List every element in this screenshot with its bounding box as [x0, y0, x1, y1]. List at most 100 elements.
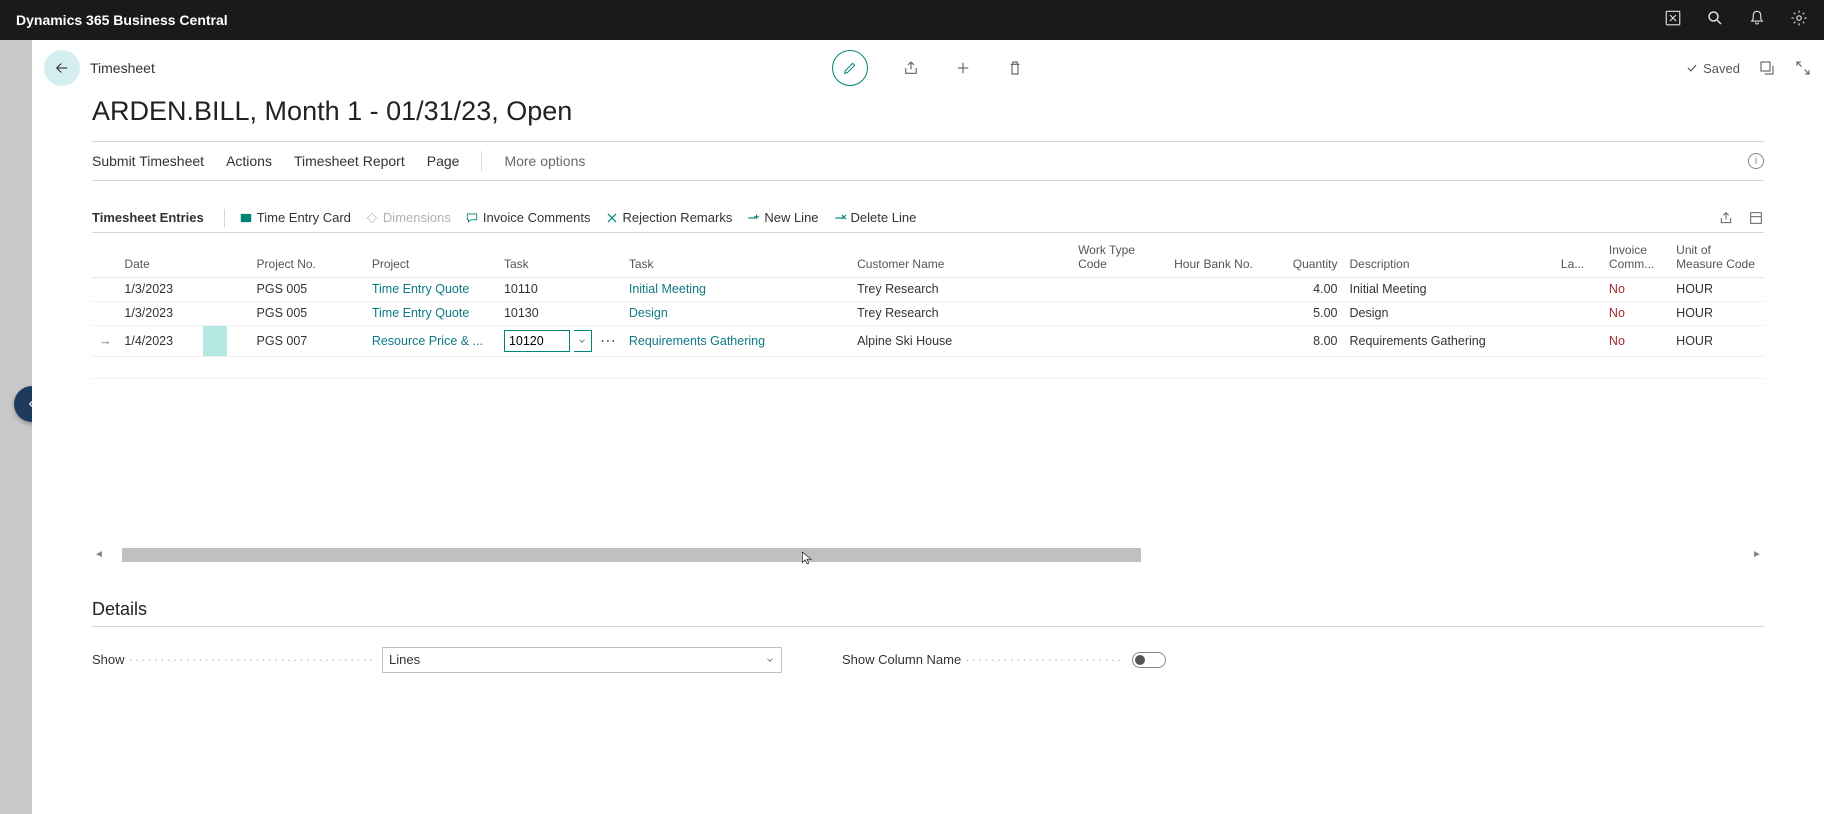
- menu-page[interactable]: Page: [427, 153, 460, 169]
- cell-uom[interactable]: HOUR: [1670, 325, 1764, 356]
- cell-project-no[interactable]: PGS 005: [251, 277, 366, 301]
- col-task-no[interactable]: Task: [498, 233, 623, 277]
- cell-task-no-editing[interactable]: ⋯: [498, 325, 623, 356]
- col-description[interactable]: Description: [1344, 233, 1555, 277]
- col-work-type[interactable]: Work Type Code: [1072, 233, 1168, 277]
- col-la[interactable]: La...: [1555, 233, 1603, 277]
- cell-uom[interactable]: HOUR: [1670, 301, 1764, 325]
- search-icon[interactable]: [1706, 9, 1724, 32]
- cell-qty[interactable]: 5.00: [1269, 301, 1343, 325]
- cell-project-no[interactable]: PGS 005: [251, 301, 366, 325]
- label: Delete Line: [851, 210, 917, 225]
- horizontal-scrollbar[interactable]: ◄ ►: [92, 547, 1764, 563]
- table-row-empty[interactable]: [92, 356, 1764, 378]
- cell-customer[interactable]: Alpine Ski House: [851, 325, 1072, 356]
- main-content: Timesheet Saved ARDEN.BILL, Month 1 - 01…: [32, 40, 1824, 814]
- divider: [481, 151, 482, 171]
- section-toolbar: Timesheet Entries Time Entry Card Dimens…: [92, 203, 1764, 233]
- menu-timesheet-report[interactable]: Timesheet Report: [294, 153, 405, 169]
- info-icon[interactable]: i: [1748, 153, 1764, 169]
- share-icon[interactable]: [902, 59, 920, 77]
- popout-icon[interactable]: [1758, 59, 1776, 77]
- breadcrumb[interactable]: Timesheet: [90, 60, 155, 76]
- show-field: Show Lines: [92, 647, 782, 673]
- label: Dimensions: [383, 210, 451, 225]
- col-date[interactable]: Date: [118, 233, 202, 277]
- cell-task-no[interactable]: 10110: [498, 277, 623, 301]
- task-input[interactable]: [504, 330, 570, 352]
- excel-icon[interactable]: [1664, 9, 1682, 32]
- rejection-remarks-button[interactable]: Rejection Remarks: [605, 210, 733, 225]
- table-row-active[interactable]: → 1/4/2023 PGS 007 Resource Price & ... …: [92, 325, 1764, 356]
- table-row[interactable]: 1/3/2023 PGS 005 Time Entry Quote 10130 …: [92, 301, 1764, 325]
- col-project-no[interactable]: Project No.: [251, 233, 366, 277]
- col-project[interactable]: Project: [366, 233, 498, 277]
- scroll-left-icon[interactable]: ◄: [92, 548, 106, 562]
- show-label: Show: [92, 652, 372, 667]
- cell-qty[interactable]: 8.00: [1269, 325, 1343, 356]
- saved-label: Saved: [1703, 61, 1740, 76]
- section-label: Timesheet Entries: [92, 210, 204, 225]
- col-uom[interactable]: Unit of Measure Code: [1670, 233, 1764, 277]
- table-row[interactable]: 1/3/2023 PGS 005 Time Entry Quote 10110 …: [92, 277, 1764, 301]
- delete-icon[interactable]: [1006, 59, 1024, 77]
- cell-project[interactable]: Time Entry Quote: [366, 277, 498, 301]
- cell-desc[interactable]: Requirements Gathering: [1344, 325, 1555, 356]
- cell-date[interactable]: 1/3/2023: [118, 277, 202, 301]
- cell-uom[interactable]: HOUR: [1670, 277, 1764, 301]
- cell-project[interactable]: Resource Price & ...: [366, 325, 498, 356]
- cell-inv[interactable]: No: [1603, 325, 1670, 356]
- col-task[interactable]: Task: [623, 233, 851, 277]
- page-header: Timesheet Saved: [32, 40, 1824, 96]
- share-grid-icon[interactable]: [1718, 210, 1734, 226]
- cell-task[interactable]: Initial Meeting: [623, 277, 851, 301]
- cell-task[interactable]: Design: [623, 301, 851, 325]
- topbar-icons: [1664, 9, 1808, 32]
- expand-grid-icon[interactable]: [1748, 210, 1764, 226]
- page-title: ARDEN.BILL, Month 1 - 01/31/23, Open: [32, 96, 1824, 141]
- menu-submit-timesheet[interactable]: Submit Timesheet: [92, 153, 204, 169]
- show-column-name-toggle[interactable]: [1132, 652, 1166, 668]
- col-hour-bank[interactable]: Hour Bank No.: [1168, 233, 1269, 277]
- timesheet-grid: Date Project No. Project Task Task Custo…: [92, 233, 1764, 379]
- cell-task[interactable]: Requirements Gathering: [623, 325, 851, 356]
- col-customer[interactable]: Customer Name: [851, 233, 1072, 277]
- label: Rejection Remarks: [623, 210, 733, 225]
- delete-line-button[interactable]: Delete Line: [833, 210, 917, 225]
- new-line-button[interactable]: New Line: [746, 210, 818, 225]
- cell-task-no[interactable]: 10130: [498, 301, 623, 325]
- more-icon[interactable]: ⋯: [596, 331, 617, 351]
- time-entry-card-button[interactable]: Time Entry Card: [239, 210, 351, 225]
- cell-project-no[interactable]: PGS 007: [251, 325, 366, 356]
- label: New Line: [764, 210, 818, 225]
- menu-actions[interactable]: Actions: [226, 153, 272, 169]
- col-quantity[interactable]: Quantity: [1269, 233, 1343, 277]
- back-button[interactable]: [44, 50, 80, 86]
- edit-button[interactable]: [832, 50, 868, 86]
- bell-icon[interactable]: [1748, 9, 1766, 32]
- cell-date[interactable]: 1/3/2023: [118, 301, 202, 325]
- cell-inv[interactable]: No: [1603, 301, 1670, 325]
- cell-qty[interactable]: 4.00: [1269, 277, 1343, 301]
- menu-more-options[interactable]: More options: [504, 153, 585, 169]
- active-marker: [203, 325, 227, 356]
- chevron-down-icon[interactable]: [574, 330, 592, 352]
- cell-inv[interactable]: No: [1603, 277, 1670, 301]
- cell-desc[interactable]: Initial Meeting: [1344, 277, 1555, 301]
- gear-icon[interactable]: [1790, 9, 1808, 32]
- scroll-right-icon[interactable]: ►: [1750, 548, 1764, 562]
- col-invoice-comm[interactable]: Invoice Comm...: [1603, 233, 1670, 277]
- scroll-thumb[interactable]: [122, 548, 1141, 562]
- cell-date[interactable]: 1/4/2023: [118, 325, 202, 356]
- header-right: Saved: [1685, 59, 1812, 77]
- show-select[interactable]: Lines: [382, 647, 782, 673]
- invoice-comments-button[interactable]: Invoice Comments: [465, 210, 591, 225]
- cell-customer[interactable]: Trey Research: [851, 277, 1072, 301]
- new-icon[interactable]: [954, 59, 972, 77]
- cell-project[interactable]: Time Entry Quote: [366, 301, 498, 325]
- app-topbar: Dynamics 365 Business Central: [0, 0, 1824, 40]
- divider: [224, 209, 225, 227]
- cell-desc[interactable]: Design: [1344, 301, 1555, 325]
- collapse-icon[interactable]: [1794, 59, 1812, 77]
- cell-customer[interactable]: Trey Research: [851, 301, 1072, 325]
